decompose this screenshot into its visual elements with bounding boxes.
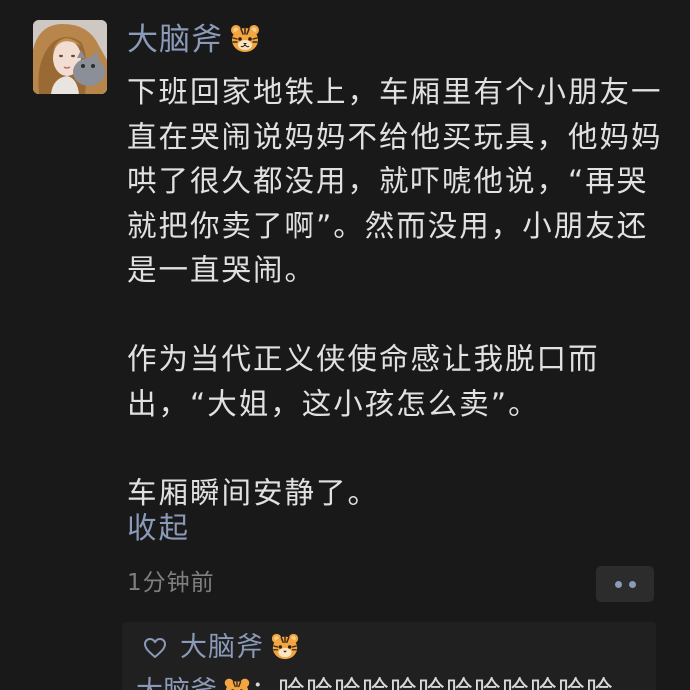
author-name[interactable]: 大脑斧 [127,18,223,62]
collapse-text-link[interactable]: 收起 [127,506,190,550]
author-avatar[interactable] [33,20,107,94]
post-paragraph: 作为当代正义侠使命感让我脱口而出，“大姐，这小孩怎么卖”。 [127,342,600,421]
tiger-face-icon [229,22,261,58]
more-dots-icon [614,580,622,588]
post-timestamp: 1分钟前 [127,570,215,596]
comment-author[interactable]: 大脑斧 [136,672,217,690]
comment-text: 哈哈哈哈哈哈哈哈哈哈哈哈 [278,672,614,690]
tiger-face-icon [223,676,251,690]
post-paragraph: 车厢瞬间安静了。 [127,475,380,510]
likes-row: 大脑斧 [142,628,300,668]
tiger-face-icon [270,631,300,665]
more-actions-button[interactable] [596,566,654,602]
post-body: 下班回家地铁上，车厢里有个小朋友一直在哭闹说妈妈不给他买玩具，他妈妈哄了很久都没… [127,70,667,515]
post-paragraph: 下班回家地铁上，车厢里有个小朋友一直在哭闹说妈妈不给他买玩具，他妈妈哄了很久都没… [127,75,663,287]
author-name-row: 大脑斧 [127,17,261,63]
avatar-portrait-image [33,20,107,94]
comment-separator: ： [251,672,278,690]
more-dots-icon [628,580,636,588]
moments-post: 大脑斧 下班回家地铁上，车厢里有个小朋友一直在哭闹说妈妈不给他买玩具，他妈妈哄了… [0,0,690,690]
likes-comments-panel: 大脑斧 大脑斧 [122,622,656,690]
comment-item[interactable]: 大脑斧 ： 哈哈哈哈哈哈哈哈哈哈哈哈 [136,672,614,690]
liker-name[interactable]: 大脑斧 [180,628,264,668]
heart-outline-icon [144,638,166,658]
